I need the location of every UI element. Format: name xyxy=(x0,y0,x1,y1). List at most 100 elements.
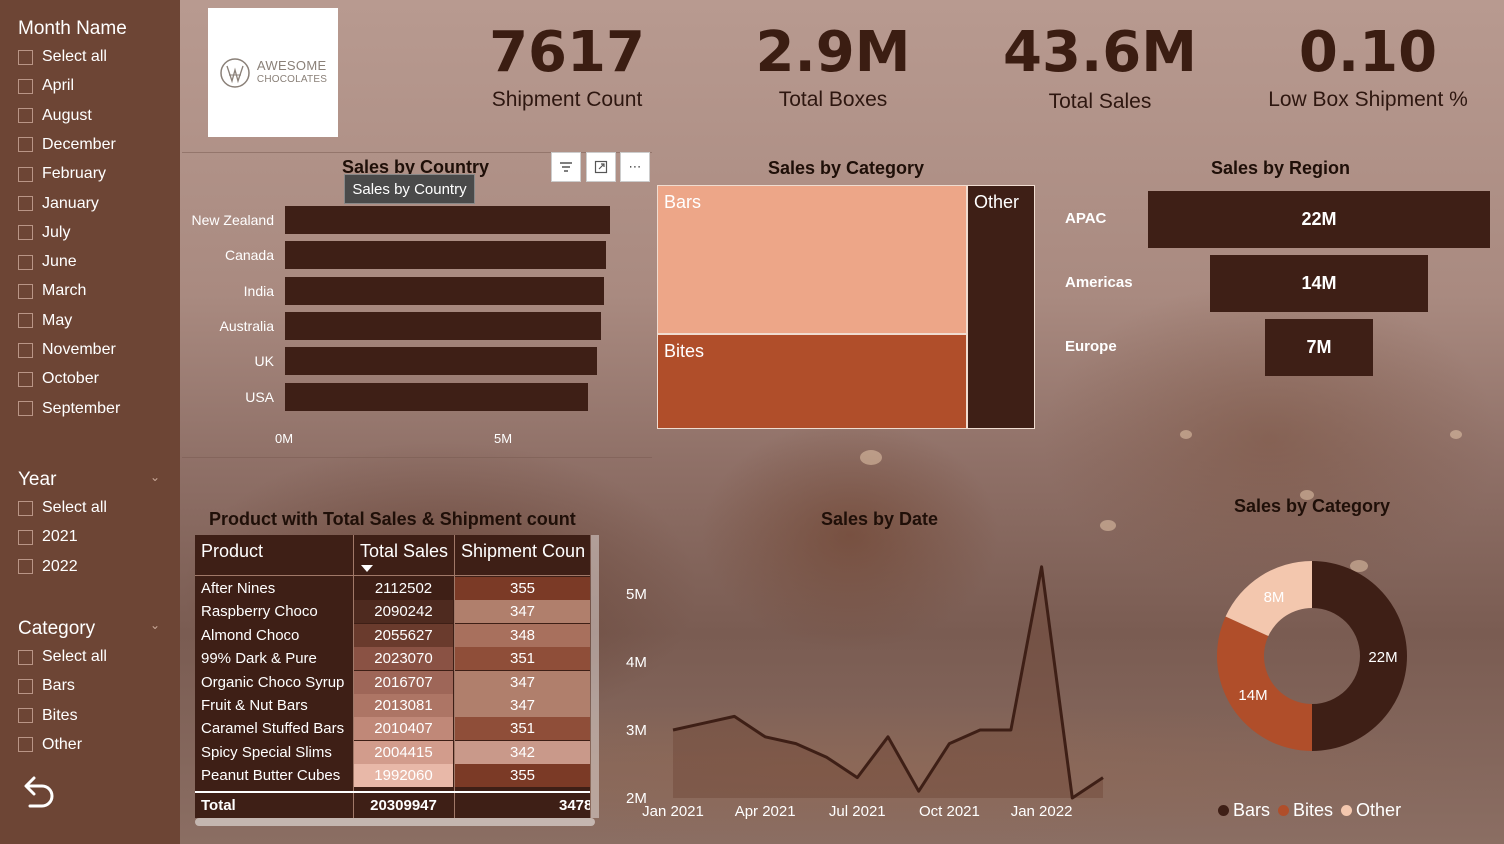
donut-slice-bites[interactable] xyxy=(1217,616,1312,751)
table-row-sales[interactable]: 2090242 xyxy=(354,600,453,624)
legend-label: Bites xyxy=(1293,800,1334,820)
product-table[interactable]: Product Total Sales Shipment Coun After … xyxy=(195,535,590,818)
chevron-down-icon[interactable]: ⌄ xyxy=(150,470,160,484)
filter-option[interactable]: Bites xyxy=(18,706,78,726)
checkbox[interactable] xyxy=(18,737,33,753)
filter-option[interactable]: 2022 xyxy=(18,557,78,577)
checkbox[interactable] xyxy=(18,225,33,241)
table-row-shipments[interactable]: 355 xyxy=(455,764,590,788)
table-row-product[interactable]: Raspberry Choco xyxy=(195,600,353,623)
table-horizontal-scrollbar[interactable] xyxy=(195,818,595,826)
region-bar[interactable]: 7M xyxy=(1264,319,1374,376)
checkbox[interactable] xyxy=(18,254,33,270)
region-bar[interactable]: 22M xyxy=(1148,191,1490,248)
checkbox[interactable] xyxy=(18,649,33,665)
checkbox[interactable] xyxy=(18,283,33,299)
checkbox[interactable] xyxy=(18,401,33,417)
country-bar[interactable] xyxy=(285,347,597,376)
checkbox[interactable] xyxy=(18,108,33,124)
filter-option[interactable]: December xyxy=(18,135,116,155)
table-row-sales[interactable]: 2055627 xyxy=(354,623,453,647)
filter-option[interactable]: October xyxy=(18,369,99,389)
filter-option[interactable]: May xyxy=(18,311,72,331)
table-row-sales[interactable]: 1992060 xyxy=(354,764,453,788)
table-row-sales[interactable]: 2023070 xyxy=(354,647,453,671)
table-row-shipments[interactable]: 347 xyxy=(455,670,590,694)
region-bar[interactable]: 14M xyxy=(1210,255,1428,312)
filter-option[interactable]: September xyxy=(18,399,120,419)
filter-option-label: October xyxy=(42,370,99,388)
checkbox[interactable] xyxy=(18,196,33,211)
legend-item-bars[interactable]: Bars xyxy=(1218,800,1270,821)
table-row-product[interactable]: After Nines xyxy=(195,577,353,600)
filter-option[interactable]: Bars xyxy=(18,676,75,696)
table-row-product[interactable]: 99% Dark & Pure xyxy=(195,647,353,670)
checkbox[interactable] xyxy=(18,313,33,329)
table-vertical-scrollbar[interactable] xyxy=(591,535,599,818)
table-row-sales[interactable]: 2112502 xyxy=(354,577,453,600)
legend-dot xyxy=(1218,805,1229,816)
focus-mode-icon[interactable] xyxy=(586,152,616,182)
chevron-down-icon[interactable]: ⌄ xyxy=(150,618,160,632)
country-bar[interactable] xyxy=(285,206,610,234)
checkbox[interactable] xyxy=(18,708,33,724)
table-row-shipments[interactable]: 347 xyxy=(455,694,590,717)
checkbox[interactable] xyxy=(18,342,33,358)
table-row-shipments[interactable]: 348 xyxy=(455,623,590,647)
table-row-sales[interactable]: 2013081 xyxy=(354,694,453,717)
filter-option[interactable]: Other xyxy=(18,735,82,755)
checkbox[interactable] xyxy=(18,78,33,94)
country-bar[interactable] xyxy=(285,382,589,411)
treemap-cell[interactable]: Bars xyxy=(657,185,967,335)
legend-item-bites[interactable]: Bites xyxy=(1278,800,1333,821)
table-row-product[interactable]: Peanut Butter Cubes xyxy=(195,764,353,787)
table-row-product[interactable]: Fruit & Nut Bars xyxy=(195,694,353,717)
table-row-shipments[interactable]: 351 xyxy=(455,717,590,741)
checkbox[interactable] xyxy=(18,529,33,545)
treemap-cell[interactable]: Bites xyxy=(657,334,967,429)
checkbox[interactable] xyxy=(18,137,33,153)
country-bar[interactable] xyxy=(285,311,602,340)
sort-descending-icon[interactable] xyxy=(361,565,373,573)
filter-option[interactable]: November xyxy=(18,340,116,360)
treemap-cell[interactable]: Other xyxy=(967,185,1035,429)
filter-option[interactable]: March xyxy=(18,281,86,301)
column-header-product[interactable]: Product xyxy=(195,535,353,575)
table-row-product[interactable]: Almond Choco xyxy=(195,624,353,647)
table-row-product[interactable]: Spicy Special Slims xyxy=(195,741,353,764)
filter-icon[interactable] xyxy=(551,152,581,182)
checkbox[interactable] xyxy=(18,371,33,387)
checkbox[interactable] xyxy=(18,166,33,182)
column-header-shipment-count[interactable]: Shipment Coun xyxy=(455,535,590,575)
table-row-sales[interactable]: 2010407 xyxy=(354,717,453,741)
table-row-shipments[interactable]: 342 xyxy=(455,740,590,764)
table-row-sales[interactable]: 2016707 xyxy=(354,670,453,694)
sales-by-date-chart[interactable]: 5M4M3M2MJan 2021 Apr 2021 Jul 2021 Oct 2021… xyxy=(610,540,1130,830)
table-row-shipments[interactable]: 355 xyxy=(455,577,590,600)
filter-option[interactable]: Select all xyxy=(18,498,107,518)
country-bar[interactable] xyxy=(285,241,606,270)
filter-option[interactable]: July xyxy=(18,223,70,243)
back-arrow-icon[interactable] xyxy=(20,772,56,812)
filter-option[interactable]: April xyxy=(18,76,74,96)
more-options-icon[interactable]: ⋯ xyxy=(620,152,650,182)
table-row-sales[interactable]: 2004415 xyxy=(354,740,453,764)
checkbox[interactable] xyxy=(18,678,33,694)
checkbox[interactable] xyxy=(18,500,33,516)
filter-option[interactable]: January xyxy=(18,194,99,214)
filter-option[interactable]: 2021 xyxy=(18,527,78,547)
filter-option[interactable]: June xyxy=(18,252,77,272)
filter-option[interactable]: Select all xyxy=(18,647,107,667)
table-row-product[interactable]: Caramel Stuffed Bars xyxy=(195,717,353,740)
table-row-product[interactable]: Organic Choco Syrup xyxy=(195,671,353,694)
country-bar[interactable] xyxy=(285,276,604,305)
checkbox[interactable] xyxy=(18,49,33,65)
filter-option[interactable]: February xyxy=(18,164,106,184)
legend-item-other[interactable]: Other xyxy=(1341,800,1401,821)
checkbox[interactable] xyxy=(18,559,33,575)
filter-option[interactable]: August xyxy=(18,106,92,126)
filter-option[interactable]: Select all xyxy=(18,47,107,67)
table-row-shipments[interactable]: 347 xyxy=(455,600,590,624)
table-row-shipments[interactable]: 351 xyxy=(455,647,590,671)
sales-by-category-donut[interactable]: 22M 14M 8M xyxy=(1210,555,1420,755)
